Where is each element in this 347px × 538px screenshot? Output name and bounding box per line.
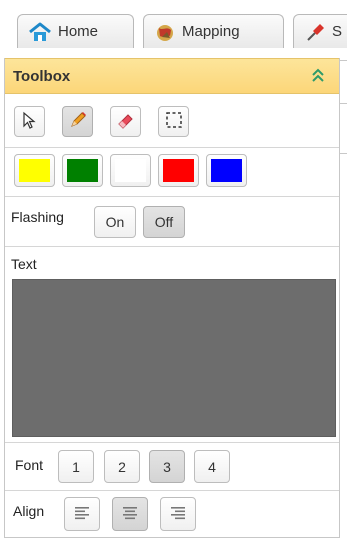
- tab-home[interactable]: Home: [17, 14, 134, 48]
- pointer-arrow-icon: [20, 110, 40, 133]
- tab-home-label: Home: [58, 23, 99, 40]
- align-left-icon: [74, 506, 90, 523]
- color-red-button[interactable]: [158, 154, 199, 187]
- pin-icon: [304, 22, 326, 42]
- divider: [5, 196, 339, 197]
- align-center-button[interactable]: [112, 497, 148, 531]
- font-label: Font: [15, 457, 44, 473]
- align-label: Align: [13, 503, 45, 519]
- text-label: Text: [11, 256, 37, 272]
- text-input[interactable]: [12, 279, 336, 437]
- font-size-3-button[interactable]: 3: [149, 450, 185, 483]
- color-swatch: [67, 159, 98, 182]
- double-chevron-up-icon[interactable]: [309, 67, 327, 85]
- draw-tool-button[interactable]: [62, 106, 93, 137]
- tab-mapping-label: Mapping: [182, 23, 240, 40]
- color-blue-button[interactable]: [206, 154, 247, 187]
- color-swatch: [163, 159, 194, 182]
- font-size-2-button[interactable]: 2: [104, 450, 140, 483]
- eraser-icon: [116, 110, 136, 133]
- align-center-icon: [122, 506, 138, 523]
- map-icon: [154, 22, 176, 42]
- color-white-button[interactable]: [110, 154, 151, 187]
- select-tool-button[interactable]: [14, 106, 45, 137]
- toolbox-panel: Toolbox Flashing On Off Text Font 1 2 3 …: [4, 58, 340, 538]
- color-swatch: [115, 159, 146, 182]
- divider: [5, 147, 339, 148]
- flashing-label: Flashing: [11, 209, 64, 225]
- color-swatch: [19, 159, 50, 182]
- tab-mapping[interactable]: Mapping: [143, 14, 284, 48]
- align-left-button[interactable]: [64, 497, 100, 531]
- flashing-on-button[interactable]: On: [94, 206, 136, 238]
- divider: [5, 490, 339, 491]
- color-yellow-button[interactable]: [14, 154, 55, 187]
- dashed-rect-icon: [164, 110, 184, 133]
- divider: [5, 442, 339, 443]
- tab-strip: Home Mapping S: [0, 0, 347, 60]
- color-green-button[interactable]: [62, 154, 103, 187]
- flashing-off-button[interactable]: Off: [143, 206, 185, 238]
- toolbox-title: Toolbox: [13, 68, 71, 85]
- tab-s-label: S: [332, 23, 343, 40]
- divider: [5, 246, 339, 247]
- home-icon: [28, 22, 52, 42]
- pencil-icon: [68, 110, 88, 133]
- toolbox-header[interactable]: Toolbox: [5, 58, 339, 94]
- erase-tool-button[interactable]: [110, 106, 141, 137]
- tab-s[interactable]: S: [293, 14, 347, 48]
- font-size-4-button[interactable]: 4: [194, 450, 230, 483]
- font-size-1-button[interactable]: 1: [58, 450, 94, 483]
- color-swatch: [211, 159, 242, 182]
- align-right-button[interactable]: [160, 497, 196, 531]
- region-select-tool-button[interactable]: [158, 106, 189, 137]
- adjacent-panel-edge: [340, 60, 347, 154]
- align-right-icon: [170, 506, 186, 523]
